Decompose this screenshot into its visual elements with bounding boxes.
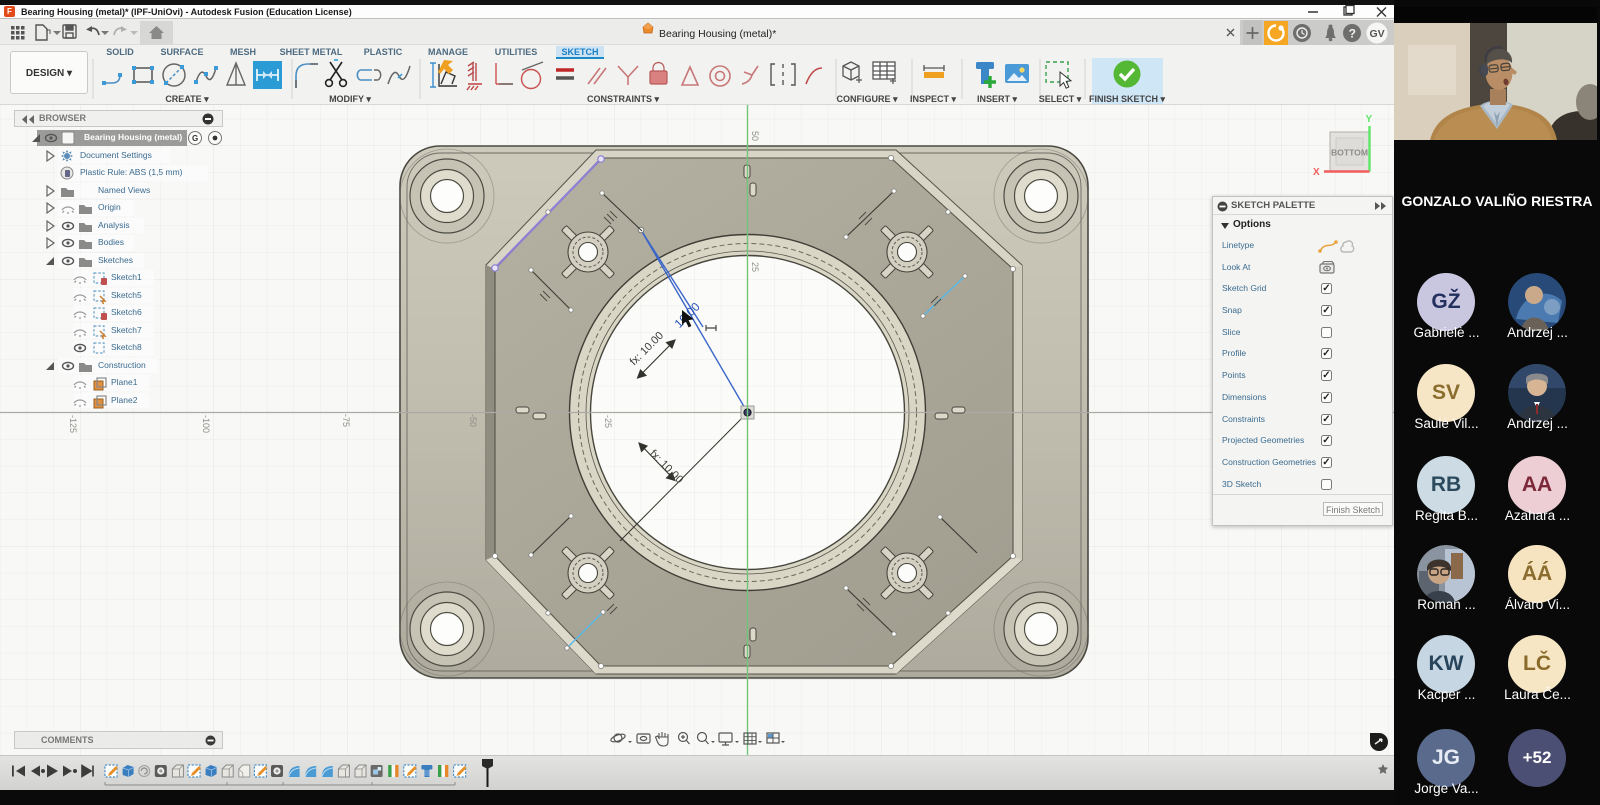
svg-text:25: 25 (750, 262, 760, 272)
svg-text:-125: -125 (68, 415, 78, 433)
svg-text:Bearing Housing (metal)*: Bearing Housing (metal)* (659, 28, 776, 40)
svg-text:GV: GV (1370, 28, 1385, 40)
svg-text:G: G (192, 134, 198, 143)
svg-text:-100: -100 (201, 415, 211, 433)
svg-text:?: ? (1349, 27, 1356, 41)
svg-text:BOTTOM: BOTTOM (1331, 148, 1368, 158)
svg-text:50: 50 (750, 131, 760, 141)
svg-text:-50: -50 (468, 414, 478, 427)
svg-text:X: X (1313, 167, 1320, 178)
svg-text:-75: -75 (341, 414, 351, 427)
svg-text:-25: -25 (603, 415, 613, 428)
svg-text:Y: Y (1366, 114, 1373, 125)
